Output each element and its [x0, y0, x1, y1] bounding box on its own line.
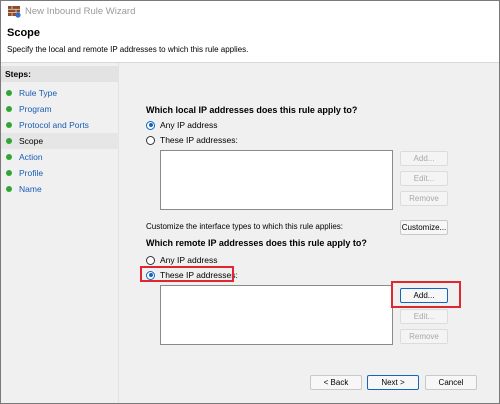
step-status-icon	[6, 186, 12, 192]
remote-add-button[interactable]: Add...	[400, 288, 448, 303]
step-protocol-and-ports[interactable]: Protocol and Ports	[1, 117, 119, 133]
firewall-icon	[8, 6, 21, 18]
step-scope[interactable]: Scope	[1, 133, 119, 149]
local-add-button[interactable]: Add...	[400, 151, 448, 166]
step-label: Profile	[19, 168, 44, 178]
page-description: Specify the local and remote IP addresse…	[7, 45, 249, 54]
window-title: New Inbound Rule Wizard	[25, 6, 136, 17]
step-action[interactable]: Action	[1, 149, 119, 165]
next-button[interactable]: Next >	[367, 375, 419, 390]
step-rule-type[interactable]: Rule Type	[1, 85, 119, 101]
step-label: Rule Type	[19, 88, 58, 98]
steps-heading: Steps:	[1, 66, 119, 82]
interface-types-text: Customize the interface types to which t…	[146, 222, 343, 231]
radio-checked-icon[interactable]	[146, 270, 155, 280]
remote-ip-list[interactable]	[160, 285, 393, 345]
step-label: Name	[19, 184, 42, 194]
remote-any-ip-label: Any IP address	[160, 255, 218, 265]
local-any-ip-label: Any IP address	[160, 120, 218, 130]
cancel-button[interactable]: Cancel	[425, 375, 477, 390]
title-bar: New Inbound Rule Wizard	[1, 1, 499, 21]
wizard-window: New Inbound Rule Wizard Scope Specify th…	[0, 0, 500, 404]
radio-unchecked-icon[interactable]	[146, 255, 155, 265]
step-program[interactable]: Program	[1, 101, 119, 117]
step-label: Protocol and Ports	[19, 120, 89, 130]
steps-sidebar: Steps: Rule Type Program Protocol and Po…	[1, 63, 119, 403]
step-status-icon	[6, 154, 12, 160]
step-profile[interactable]: Profile	[1, 165, 119, 181]
step-label: Action	[19, 152, 43, 162]
local-remove-button[interactable]: Remove	[400, 191, 448, 206]
local-any-ip-option[interactable]: Any IP address	[146, 120, 218, 130]
step-status-icon	[6, 138, 12, 144]
local-these-ip-option[interactable]: These IP addresses:	[146, 135, 238, 145]
remote-these-ip-label: These IP addresses:	[160, 270, 238, 280]
remote-any-ip-option[interactable]: Any IP address	[146, 255, 218, 265]
local-these-ip-label: These IP addresses:	[160, 135, 238, 145]
step-label: Scope	[19, 136, 44, 146]
remote-remove-button[interactable]: Remove	[400, 329, 448, 344]
step-status-icon	[6, 122, 12, 128]
step-status-icon	[6, 106, 12, 112]
step-name[interactable]: Name	[1, 181, 119, 197]
page-header: Scope Specify the local and remote IP ad…	[1, 21, 499, 63]
step-status-icon	[6, 90, 12, 96]
local-edit-button[interactable]: Edit...	[400, 171, 448, 186]
step-label: Program	[19, 104, 52, 114]
step-status-icon	[6, 170, 12, 176]
customize-button[interactable]: Customize...	[400, 220, 448, 235]
local-ip-question: Which local IP addresses does this rule …	[146, 105, 358, 115]
radio-checked-icon[interactable]	[146, 120, 155, 130]
local-ip-list[interactable]	[160, 150, 393, 210]
remote-edit-button[interactable]: Edit...	[400, 309, 448, 324]
remote-these-ip-option[interactable]: These IP addresses:	[146, 270, 238, 280]
remote-ip-question: Which remote IP addresses does this rule…	[146, 238, 367, 248]
main-panel: Which local IP addresses does this rule …	[120, 63, 499, 403]
page-title: Scope	[7, 27, 41, 39]
radio-unchecked-icon[interactable]	[146, 135, 155, 145]
back-button[interactable]: < Back	[310, 375, 362, 390]
